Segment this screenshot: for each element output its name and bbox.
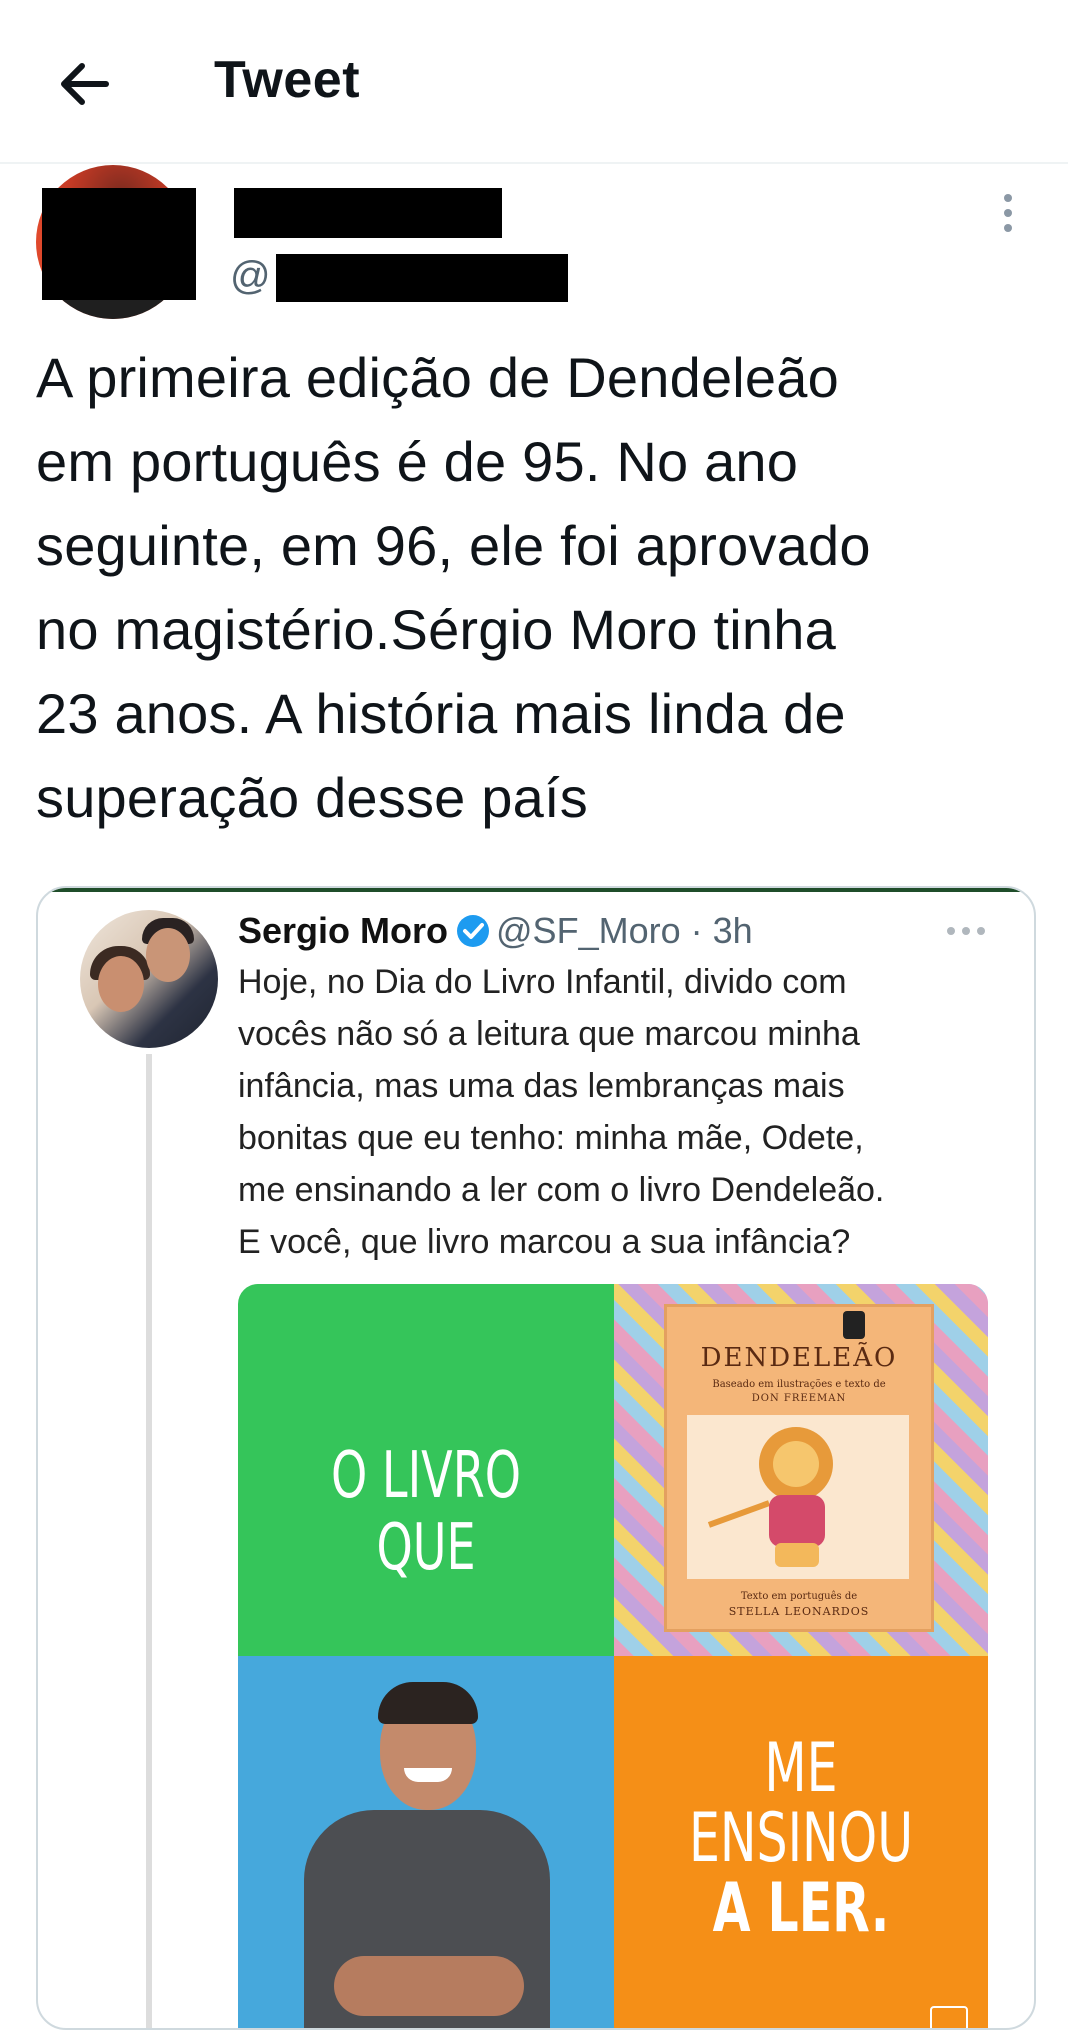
top-bar: Tweet (0, 0, 1068, 164)
person-arms (334, 1956, 524, 2016)
orange-line-3: A LER. (712, 1869, 890, 1948)
verified-badge-icon (456, 911, 490, 961)
back-button[interactable] (52, 52, 116, 116)
book-cover: DENDELEÃO Baseado em ilustrações e texto… (664, 1304, 934, 1632)
lion-legs (775, 1543, 819, 1567)
book-title: DENDELEÃO (700, 1343, 898, 1373)
book-cover-tile: DENDELEÃO Baseado em ilustrações e texto… (614, 1284, 988, 1656)
more-vertical-icon (1004, 194, 1012, 232)
person-smile (404, 1768, 452, 1782)
green-tile-label: O LIVRO QUE (331, 1439, 521, 1585)
quoted-handle-time[interactable]: @SF_Moro · 3h (496, 910, 753, 951)
green-tile: O LIVRO QUE (238, 1284, 614, 1656)
orange-tile-label: ME ENSINOU A LER. (666, 1734, 935, 1944)
lion-body (769, 1495, 825, 1547)
handle-prefix: @ (230, 254, 271, 298)
corner-logo-icon (930, 2006, 968, 2028)
more-horizontal-icon (947, 927, 985, 935)
quoted-header: Sergio Moro @SF_Moro · 3h (238, 906, 753, 961)
thread-line (146, 1054, 152, 2028)
lion-illustration (687, 1415, 909, 1579)
quoted-tweet-card[interactable]: Sergio Moro @SF_Moro · 3h Hoje, no Dia do… (36, 886, 1036, 2030)
book-author: DON FREEMAN (751, 1393, 847, 1404)
quoted-more-button[interactable] (946, 924, 986, 936)
quoted-text: Hoje, no Dia do Livro Infantil, divido c… (238, 963, 885, 1261)
book-subtitle: Baseado em ilustrações e texto de (712, 1379, 886, 1390)
publisher-logo-icon (843, 1311, 865, 1339)
lion-face (773, 1441, 819, 1487)
quoted-name[interactable]: Sergio Moro (238, 910, 448, 951)
handle-redaction (276, 254, 568, 302)
lion-tail (707, 1500, 771, 1528)
page-title: Tweet (214, 51, 361, 109)
collage-image[interactable]: O LIVRO QUE DENDELEÃO Baseado em ilustra… (238, 1284, 988, 2028)
photo-tile (238, 1656, 614, 2028)
quoted-avatar[interactable] (80, 910, 218, 1048)
tweet-more-button[interactable] (996, 192, 1020, 234)
orange-line-2: ENSINOU (688, 1799, 914, 1878)
book-translator: STELLA LEONARDOS (728, 1605, 870, 1618)
arrow-left-icon (61, 63, 109, 105)
orange-tile: ME ENSINOU A LER. (614, 1656, 988, 2028)
orange-line-1: ME (764, 1729, 838, 1808)
book-translation-note: Texto em português de (740, 1591, 858, 1602)
display-name-redaction (234, 188, 502, 238)
avatar-face-right (146, 928, 190, 982)
tweet-body: A primeira edição de Dendeleão em portug… (36, 346, 871, 829)
avatar-face-left (98, 956, 144, 1012)
person-hair (378, 1682, 478, 1724)
card-top-edge (38, 888, 1034, 892)
avatar-redaction (42, 188, 196, 300)
